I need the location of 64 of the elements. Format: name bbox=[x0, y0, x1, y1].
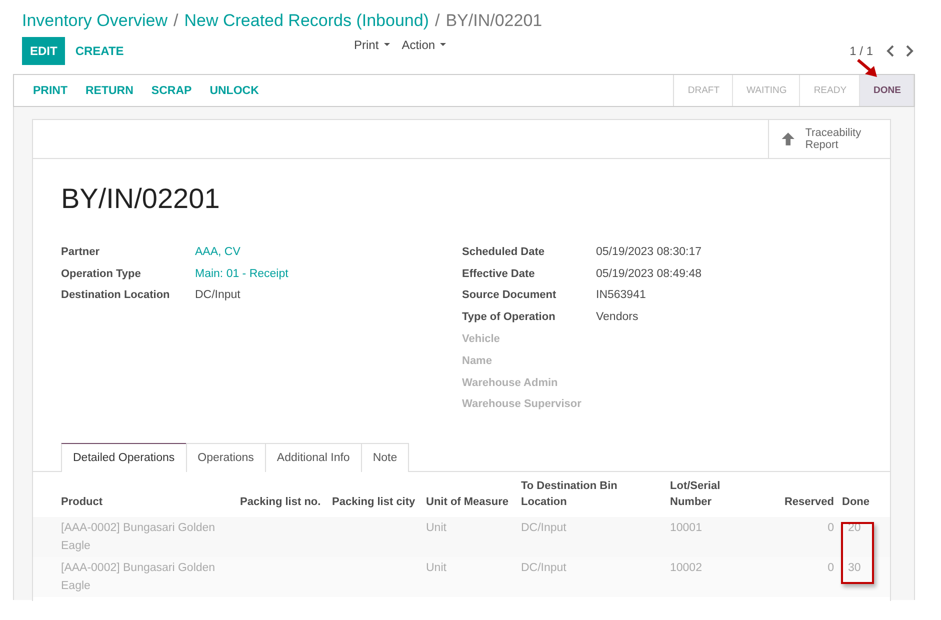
column-header[interactable]: Product bbox=[33, 472, 236, 517]
table-cell: 30 bbox=[838, 557, 890, 597]
field-label: Scheduled Date bbox=[462, 246, 546, 258]
control-panel-button[interactable]: SCRAP bbox=[142, 82, 201, 98]
table-cell: 10002 bbox=[666, 557, 760, 597]
table-cell: Unit bbox=[422, 517, 517, 557]
field-label: Partner bbox=[61, 246, 101, 258]
field-label: Vehicle bbox=[462, 333, 501, 346]
record-title: BY/IN/02201 bbox=[61, 183, 221, 216]
field-label: Name bbox=[462, 354, 493, 367]
field-label: Operation Type bbox=[61, 268, 142, 280]
column-header[interactable]: Done bbox=[838, 472, 890, 517]
column-header[interactable]: Reserved bbox=[760, 472, 838, 517]
dropdown-button[interactable]: Action bbox=[400, 38, 448, 52]
field-label: Warehouse Supervisor bbox=[462, 398, 582, 410]
next-icon[interactable] bbox=[905, 45, 915, 57]
field-value[interactable]: Main: 01 - Receipt bbox=[195, 268, 288, 280]
edit-button[interactable]: EDIT bbox=[22, 37, 66, 65]
breadcrumb-item[interactable]: New Created Records (Inbound) bbox=[184, 11, 429, 31]
field-value: 05/19/2023 08:49:48 bbox=[596, 268, 702, 280]
table-cell: [AAA-0002] Bungasari Golden Eagle bbox=[33, 517, 236, 557]
tab[interactable]: Operations bbox=[186, 443, 266, 472]
breadcrumb-separator: / bbox=[174, 11, 178, 31]
field-value: IN563941 bbox=[596, 289, 646, 302]
field-label: Warehouse Admin bbox=[462, 376, 559, 389]
table-cell: DC/Input bbox=[517, 557, 666, 597]
field-value[interactable]: AAA, CV bbox=[195, 246, 240, 258]
column-header[interactable]: Packing list no. bbox=[236, 472, 328, 517]
breadcrumb-item[interactable]: Inventory Overview bbox=[22, 11, 168, 31]
column-header[interactable]: Lot/Serial Number bbox=[666, 472, 760, 517]
control-panel-button[interactable]: PRINT bbox=[24, 82, 76, 98]
control-panel-button[interactable]: UNLOCK bbox=[200, 82, 268, 98]
field-label: Source Document bbox=[462, 289, 558, 302]
breadcrumb-separator: / bbox=[434, 11, 440, 31]
previous-icon[interactable] bbox=[885, 45, 895, 57]
table-cell: 0 bbox=[760, 517, 838, 557]
status-stage[interactable]: DONE bbox=[860, 75, 914, 106]
breadcrumb-item[interactable]: BY/IN/02201 bbox=[446, 11, 542, 31]
table-cell: [AAA-0002] Bungasari Golden Eagle bbox=[33, 557, 236, 597]
highlight-rectangle bbox=[841, 522, 874, 584]
column-header[interactable]: Unit of Measure bbox=[422, 472, 517, 517]
field-label: Type of Operation bbox=[462, 311, 556, 324]
pager-counter: 1 / 1 bbox=[850, 44, 873, 58]
tab[interactable]: Detailed Operations bbox=[61, 443, 187, 472]
field-value: Vendors bbox=[596, 311, 638, 324]
create-button[interactable]: CREATE bbox=[67, 37, 132, 65]
field-label: Effective Date bbox=[462, 268, 536, 280]
dropdown-button[interactable]: Print bbox=[352, 38, 392, 52]
tab[interactable]: Note bbox=[360, 443, 410, 472]
table-cell: Unit bbox=[422, 557, 517, 597]
column-header[interactable]: Packing list city bbox=[328, 472, 422, 517]
pointer-arrow bbox=[857, 59, 879, 79]
up-arrow-icon bbox=[781, 130, 796, 148]
caret-icon bbox=[440, 43, 446, 47]
column-header[interactable]: To Destination Bin Location bbox=[517, 472, 666, 517]
field-value: 05/19/2023 08:30:17 bbox=[596, 246, 702, 258]
field-value: DC/Input bbox=[195, 289, 240, 302]
table-cell: 0 bbox=[760, 557, 838, 597]
caret-icon bbox=[384, 43, 390, 47]
control-panel-button[interactable]: RETURN bbox=[76, 82, 142, 98]
field-label: Destination Location bbox=[61, 289, 171, 302]
table-cell: 10001 bbox=[666, 517, 760, 557]
tab[interactable]: Additional Info bbox=[264, 443, 362, 472]
table-cell: DC/Input bbox=[517, 517, 666, 557]
